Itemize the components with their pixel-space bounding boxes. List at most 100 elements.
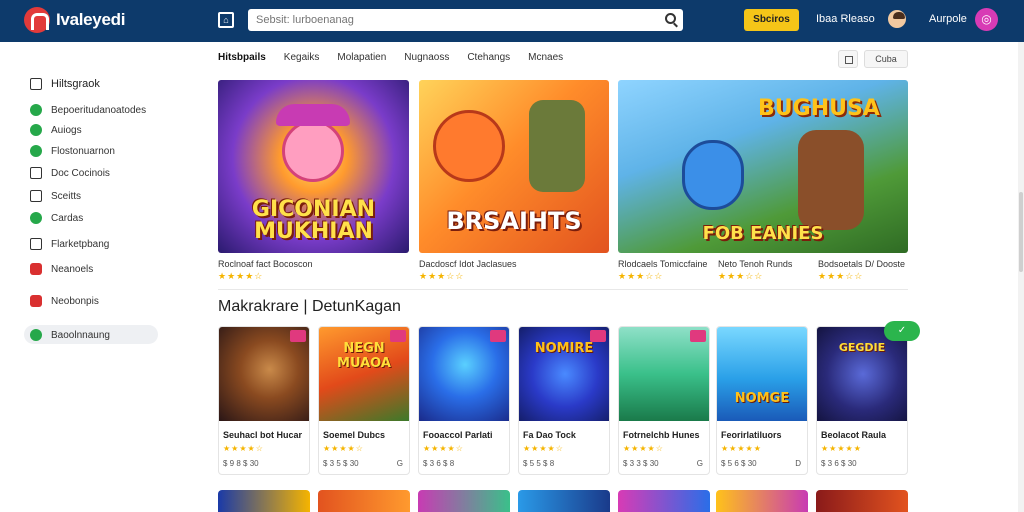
game-tile-partial[interactable] [816, 490, 908, 512]
sidebar-item[interactable]: Cardas [30, 212, 83, 224]
tab[interactable]: Kegaiks [284, 52, 320, 63]
chevron-down-icon[interactable]: ✓ [884, 321, 920, 341]
badge-icon [390, 330, 406, 342]
game-tile[interactable]: NOMGE Feorirlatiluors ★★★★★ $ 5 6 $ 30 D [716, 326, 808, 475]
game-tile-partial[interactable] [418, 490, 510, 512]
menu-icon[interactable]: ⌂ [218, 12, 234, 28]
sidebar-item-label: Sceitts [51, 190, 82, 202]
grid-view-icon[interactable] [838, 50, 858, 68]
featured-meta: Neto Tenoh Runds [718, 259, 793, 269]
featured-title-line: BUGHUSA [758, 96, 880, 121]
sidebar-heading[interactable]: Hiltsgraok [30, 78, 100, 90]
game-price: $ 3 3 $ 30 [623, 459, 659, 468]
game-price: $ 5 5 $ 8 [523, 459, 555, 468]
category-tabs: Hitsbpails Kegaiks Molapatien Nugnaoss C… [218, 52, 581, 63]
red-square-icon [30, 295, 42, 307]
platform-icon: D [795, 459, 801, 468]
green-dot-icon [30, 212, 42, 224]
avatar[interactable] [886, 8, 908, 30]
featured-card[interactable]: BUGHUSA FOB EANIES [618, 80, 908, 253]
logo-text: Ivaleyedi [56, 10, 126, 29]
badge-icon [590, 330, 606, 342]
featured-title-line: GICONIAN [251, 197, 376, 222]
user-menu-label[interactable]: Aurpole [929, 13, 967, 25]
rating-stars: ★★★★☆ [218, 271, 264, 281]
game-tile[interactable]: Seuhacl bot Hucar ★★★★☆ $ 9 8 $ 30 [218, 326, 310, 475]
rating-stars: ★★★★☆ [523, 444, 564, 453]
green-dot-icon [30, 145, 42, 157]
game-tile[interactable]: NEGN MUAOA Soemel Dubcs ★★★★☆ $ 3 5 $ 30… [318, 326, 410, 475]
featured-card[interactable]: GICONIAN MUKHIAN [218, 80, 409, 253]
search-icon[interactable] [665, 13, 676, 24]
cta-button[interactable]: Sbciros [744, 9, 799, 31]
green-dot-icon [30, 124, 42, 136]
logo[interactable]: Ivaleyedi [24, 7, 125, 33]
featured-title-line: MUKHIAN [254, 219, 373, 244]
game-title: Fooaccol Parlati [423, 430, 493, 440]
featured-card[interactable]: BRSAIHTS [419, 80, 609, 253]
game-tile-partial[interactable] [518, 490, 610, 512]
game-price: $ 3 6 $ 30 [821, 459, 857, 468]
sidebar-item-label: Cardas [51, 212, 84, 224]
game-tile-partial[interactable] [218, 490, 310, 512]
sidebar-item-label: Flostonuarnon [51, 145, 115, 157]
search-input[interactable] [248, 9, 648, 31]
notification-icon[interactable]: ◎ [975, 8, 998, 31]
character-art [282, 120, 344, 182]
sidebar-item[interactable]: Auiogs [30, 124, 82, 136]
character-art [529, 100, 585, 192]
game-tile-partial[interactable] [318, 490, 410, 512]
game-price: $ 9 8 $ 30 [223, 459, 259, 468]
sidebar-item-label: Doc Cocinois [51, 167, 110, 179]
platform-icon: G [396, 459, 403, 468]
game-tile[interactable]: NOMIRE Fa Dao Tock ★★★★☆ $ 5 5 $ 8 [518, 326, 610, 475]
featured-meta: Bodsoetals D/ Dooste [818, 259, 906, 269]
sort-button[interactable]: Cuba [864, 50, 908, 68]
game-tile[interactable]: Fotrnelchb Hunes ★★★★☆ $ 3 3 $ 30 G [618, 326, 710, 475]
rating-stars: ★★★★☆ [623, 444, 664, 453]
game-title: Fotrnelchb Hunes [623, 430, 700, 440]
sidebar-item[interactable]: Neanoels [30, 263, 93, 275]
sidebar-item[interactable]: Bepoeritudanoatodes [30, 104, 146, 116]
game-tile[interactable]: GEGDIE Beolacot Raula ★★★★★ $ 3 6 $ 30 [816, 326, 908, 475]
badge-icon [690, 330, 706, 342]
game-tile-partial[interactable] [716, 490, 808, 512]
rating-stars: ★★★★★ [721, 444, 762, 453]
featured-meta: Rlodcaels Tomiccfaine [618, 259, 708, 269]
game-title: Beolacot Raula [821, 430, 887, 440]
game-art-title: NEGN MUAOA [337, 341, 391, 371]
tab[interactable]: Mcnaes [528, 52, 563, 63]
green-dot-icon [30, 329, 42, 341]
sidebar-item-active[interactable]: Baoolnnaung [30, 329, 110, 341]
tab[interactable]: Nugnaoss [404, 52, 449, 63]
game-title: Soemel Dubcs [323, 430, 386, 440]
rating-stars: ★★★★☆ [323, 444, 364, 453]
platform-icon: G [696, 459, 703, 468]
sidebar-item[interactable]: Sceitts [30, 190, 81, 202]
sidebar-item-label: Auiogs [51, 124, 82, 136]
header-link[interactable]: Ibaa Rleaso [816, 13, 875, 25]
badge-icon [490, 330, 506, 342]
sidebar-item[interactable]: Flostonuarnon [30, 145, 115, 157]
badge-icon [290, 330, 306, 342]
sidebar-heading-label: Hiltsgraok [51, 78, 100, 90]
tab[interactable]: Ctehangs [467, 52, 510, 63]
section-title: Makrakrare | DetunKagan [218, 298, 401, 315]
game-price: $ 3 5 $ 30 [323, 459, 359, 468]
game-title: Feorirlatiluors [721, 430, 782, 440]
sidebar-item-label: Flarketpbang [51, 238, 110, 250]
featured-title-line: BRSAIHTS [446, 207, 582, 235]
game-tile-partial[interactable] [618, 490, 710, 512]
featured-title-line: FOB EANIES [702, 223, 824, 244]
character-art [682, 140, 744, 210]
rating-stars: ★★★☆☆ [419, 271, 465, 281]
sidebar-item[interactable]: Neobonpis [30, 295, 99, 307]
tab[interactable]: Hitsbpails [218, 52, 266, 63]
game-tile[interactable]: Fooaccol Parlati ★★★★☆ $ 3 6 $ 8 [418, 326, 510, 475]
scrollbar[interactable] [1018, 42, 1024, 512]
sidebar-item[interactable]: Flarketpbang [30, 238, 109, 250]
sidebar-item[interactable]: Doc Cocinois [30, 167, 110, 179]
tab[interactable]: Molapatien [337, 52, 386, 63]
search-bar [248, 9, 683, 31]
featured-meta: Dacdoscf Idot Jaclasues [419, 259, 517, 269]
